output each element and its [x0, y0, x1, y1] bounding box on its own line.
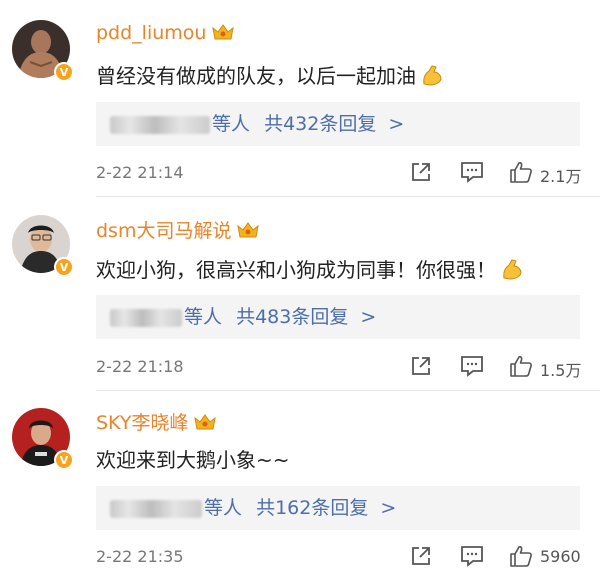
username-text: SKY李晓峰 [96, 412, 189, 434]
comment-meta: 2-22 21:35 5960 [96, 545, 590, 571]
timestamp: 2-22 21:14 [96, 163, 184, 182]
comment-text: 欢迎来到大鹅小象~~ [96, 444, 290, 473]
username[interactable]: dsm大司马解说 [96, 216, 260, 244]
timestamp: 2-22 21:18 [96, 357, 184, 376]
comment-icon[interactable] [460, 161, 484, 187]
reply-arrow: > [388, 113, 405, 135]
timestamp: 2-22 21:35 [96, 547, 184, 566]
like-icon[interactable] [509, 161, 533, 187]
reply-summary[interactable]: 等人 共432条回复 > [96, 102, 580, 146]
verified-badge-icon: V [54, 62, 74, 82]
reply-suffix: 等人 [184, 306, 223, 328]
comment-text-content: 欢迎小狗，很高兴和小狗成为同事！你很强！ [96, 258, 496, 282]
blurred-names [110, 499, 202, 518]
reply-count: 共432条回复 [264, 113, 377, 135]
comment-text: 曾经没有做成的队友，以后一起加油 [96, 60, 444, 92]
reply-summary[interactable]: 等人 共162条回复 > [96, 486, 580, 530]
crown-icon [237, 221, 260, 244]
comment-text-content: 欢迎来到大鹅小象~~ [96, 448, 290, 472]
flexed-biceps-icon [500, 257, 524, 286]
reply-arrow: > [380, 497, 397, 519]
blurred-names [110, 308, 182, 327]
comment-icon[interactable] [460, 545, 484, 571]
verified-badge-icon: V [54, 450, 74, 470]
reply-count: 共483条回复 [236, 306, 349, 328]
username[interactable]: SKY李晓峰 [96, 408, 217, 436]
reply-summary[interactable]: 等人 共483条回复 > [96, 295, 580, 339]
flexed-biceps-icon [420, 63, 444, 92]
crown-icon [194, 413, 217, 436]
share-icon[interactable] [410, 161, 432, 187]
comment-icon[interactable] [460, 355, 484, 381]
username[interactable]: pdd_liumou [96, 22, 235, 46]
username-text: dsm大司马解说 [96, 220, 232, 242]
reply-suffix: 等人 [212, 113, 251, 135]
comment-item: V SKY李晓峰 欢迎来到大鹅小象~~ 等人 共162条回复 > 2-22 21… [0, 390, 600, 581]
comment-item: V pdd_liumou 曾经没有做成的队友，以后一起加油 等人 共432条回复… [0, 0, 600, 195]
comment-meta: 2-22 21:18 1.5万 [96, 355, 590, 381]
reply-arrow: > [360, 306, 377, 328]
crown-icon [212, 23, 235, 46]
share-icon[interactable] [410, 355, 432, 381]
like-count: 1.5万 [540, 361, 582, 380]
reply-suffix: 等人 [204, 497, 243, 519]
comment-text-content: 曾经没有做成的队友，以后一起加油 [96, 64, 416, 88]
comment-item: V dsm大司马解说 欢迎小狗，很高兴和小狗成为同事！你很强！ 等人 共483条… [0, 196, 600, 389]
blurred-names [110, 115, 210, 134]
like-icon[interactable] [509, 355, 533, 381]
reply-count: 共162条回复 [256, 497, 369, 519]
verified-badge-icon: V [54, 257, 74, 277]
username-text: pdd_liumou [96, 22, 207, 44]
share-icon[interactable] [410, 545, 432, 571]
comment-text: 欢迎小狗，很高兴和小狗成为同事！你很强！ [96, 254, 524, 286]
like-icon[interactable] [509, 545, 533, 571]
like-count: 5960 [540, 547, 581, 566]
like-count: 2.1万 [540, 167, 582, 186]
comment-meta: 2-22 21:14 2.1万 [96, 161, 590, 187]
